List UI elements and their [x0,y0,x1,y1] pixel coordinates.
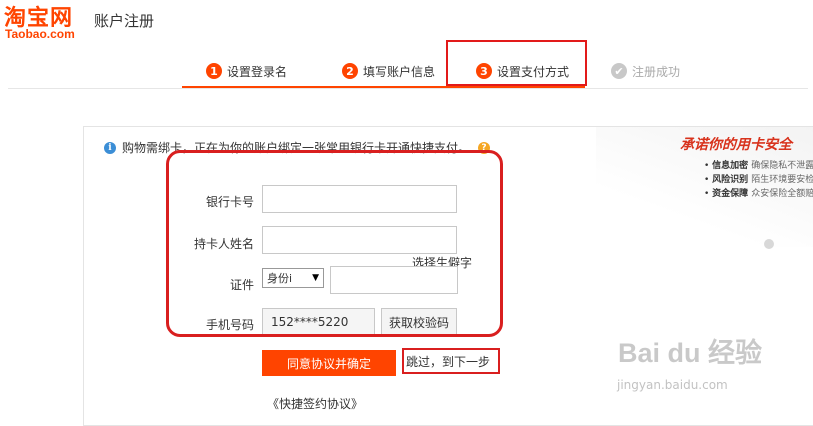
step-label: 填写账户信息 [363,64,436,79]
promise-item: • 风险识别 陌生环境要安检 [704,175,813,185]
promise-item: • 信息加密 确保隐私不泄露 [704,161,813,171]
annotation-box-form [166,150,503,337]
steps-divider [8,88,808,89]
skip-link[interactable]: 跳过，到下一步 [406,353,490,370]
check-icon: ✔ [611,63,627,79]
promise-item-desc: 众安保险全额赔 [751,189,813,199]
steps-progress-bar [182,86,585,88]
security-promise-title: 承诺你的用卡安全 [680,137,792,153]
agreement-link[interactable]: 《快捷签约协议》 [267,395,363,412]
baidu-jingyan-watermark: Bai du 经验 [618,338,763,368]
agree-confirm-button[interactable]: 同意协议并确定 [262,350,396,376]
watermark-url: jingyan.baidu.com [617,378,728,392]
promise-item-desc: 确保隐私不泄露 [751,161,813,171]
step-number-icon: 1 [206,63,222,79]
promise-item-label: 信息加密 [712,161,749,171]
step-1: 1 设置登录名 [206,61,287,81]
promise-item: • 资金保障 众安保险全额赔 [704,189,813,199]
step-4: ✔ 注册成功 [611,61,680,81]
step-label: 设置登录名 [227,64,288,79]
step-label: 注册成功 [632,64,681,79]
page-title: 账户注册 [94,12,155,30]
step-2: 2 填写账户信息 [342,61,435,81]
taobao-logo-domain: Taobao.com [5,27,75,41]
promise-item-desc: 陌生环境要安检 [751,175,813,185]
step-number-icon: 2 [342,63,358,79]
info-icon: i [104,141,116,154]
promise-item-label: 资金保障 [712,189,749,199]
annotation-box-current-step [446,40,587,86]
decorative-dot [764,239,774,249]
promise-item-label: 风险识别 [712,175,749,185]
